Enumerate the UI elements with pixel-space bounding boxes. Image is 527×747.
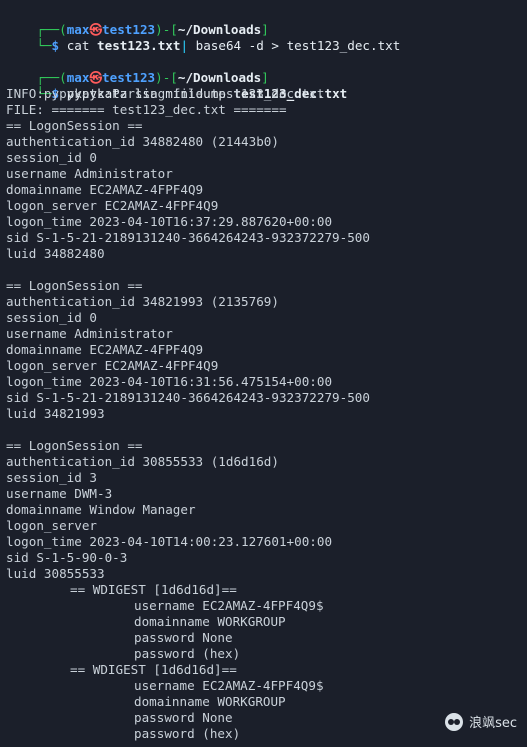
domainname: domainname EC2AMAZ-4FPF4Q9 (6, 182, 204, 197)
logon-session-header: == LogonSession == (6, 278, 143, 293)
wdigest-domainname: domainname WORKGROUP (134, 694, 286, 709)
watermark: 浪飒sec (445, 712, 517, 731)
session-id: session_id 0 (6, 150, 97, 165)
prompt-cwd: ~/Downloads (177, 70, 262, 85)
wdigest-username: username EC2AMAZ-4FPF4Q9$ (134, 678, 324, 693)
wdigest-header: == WDIGEST [1d6d16d]== (70, 582, 237, 597)
watermark-text: 浪飒sec (469, 716, 517, 731)
command-suffix: base64 -d > test123_dec.txt (195, 38, 401, 53)
prompt-at-symbol: ㉿ (89, 22, 103, 37)
luid: luid 34821993 (6, 406, 105, 421)
luid: luid 34882480 (6, 246, 105, 261)
prompt-frame-start: ┌──( (36, 22, 67, 37)
authentication-id: authentication_id 34821993 (2135769) (6, 294, 279, 309)
command-pipe: | (180, 38, 196, 53)
wdigest-header: == WDIGEST [1d6d16d]== (70, 662, 237, 677)
prompt-frame-start: ┌──( (36, 70, 67, 85)
logon-time: logon_time 2023-04-10T14:00:23.127601+00… (6, 534, 333, 549)
command-prefix: cat (66, 38, 98, 53)
sid: sid S-1-5-21-2189131240-3664264243-93237… (6, 230, 370, 245)
prompt-mid: )-[ (155, 22, 178, 37)
wdigest-password: password None (134, 630, 233, 645)
wdigest-username: username EC2AMAZ-4FPF4Q9$ (134, 598, 324, 613)
prompt-cwd: ~/Downloads (177, 22, 262, 37)
prompt-symbol: $ (51, 38, 67, 53)
terminal-window: ┌──(max㉿test123)-[~/Downloads] └─$ cat t… (0, 0, 527, 747)
prompt-user: max (66, 22, 90, 37)
logon-server: logon_server (6, 518, 97, 533)
command-file: test123.txt (97, 38, 181, 53)
info-line: INFO:pypykatz:Parsing file test123_dec.t… (6, 86, 325, 101)
username: username Administrator (6, 166, 173, 181)
logon-server: logon_server EC2AMAZ-4FPF4Q9 (6, 358, 219, 373)
session-id: session_id 0 (6, 310, 97, 325)
logon-server: logon_server EC2AMAZ-4FPF4Q9 (6, 198, 219, 213)
domainname: domainname Window Manager (6, 502, 196, 517)
logon-session-header: == LogonSession == (6, 118, 143, 133)
prompt-at-symbol: ㉿ (89, 70, 103, 85)
prompt-end: ] (261, 22, 269, 37)
username: username Administrator (6, 326, 173, 341)
wechat-icon (445, 712, 464, 731)
prompt-user: max (66, 70, 90, 85)
authentication-id: authentication_id 34882480 (21443b0) (6, 134, 279, 149)
authentication-id: authentication_id 30855533 (1d6d16d) (6, 454, 279, 469)
logon-session-header: == LogonSession == (6, 438, 143, 453)
prompt-line-2-top: ┌──(max㉿test123)-[~/Downloads] (6, 54, 527, 85)
session-id: session_id 3 (6, 470, 97, 485)
logon-time: logon_time 2023-04-10T16:31:56.475154+00… (6, 374, 333, 389)
wdigest-domainname: domainname WORKGROUP (134, 614, 286, 629)
prompt-line-1-top: ┌──(max㉿test123)-[~/Downloads] (6, 6, 527, 37)
sid: sid S-1-5-21-2189131240-3664264243-93237… (6, 390, 370, 405)
domainname: domainname EC2AMAZ-4FPF4Q9 (6, 342, 204, 357)
luid: luid 30855533 (6, 566, 105, 581)
prompt-end: ] (261, 70, 269, 85)
prompt-mid: )-[ (155, 70, 178, 85)
prompt-frame-command: └─ (36, 38, 52, 53)
prompt-host: test123 (102, 22, 156, 37)
prompt-host: test123 (102, 70, 156, 85)
logon-time: logon_time 2023-04-10T16:37:29.887620+00… (6, 214, 333, 229)
file-header: FILE: ======= test123_dec.txt ======= (6, 102, 287, 117)
username: username DWM-3 (6, 486, 113, 501)
sid: sid S-1-5-90-0-3 (6, 550, 128, 565)
wdigest-password-hex: password (hex) (134, 646, 241, 661)
